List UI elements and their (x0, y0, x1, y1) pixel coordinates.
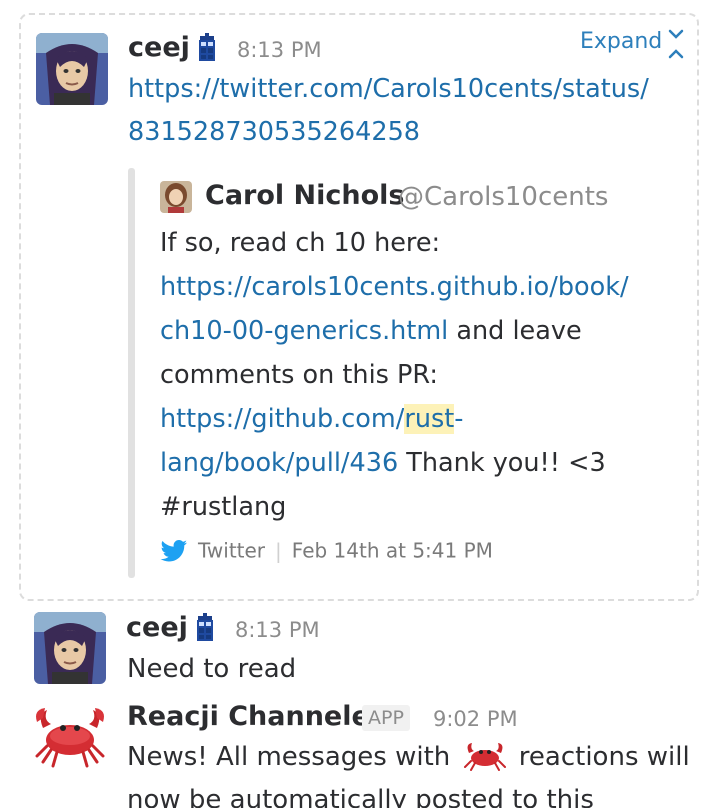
attachment-date[interactable]: Feb 14th at 5:41 PM (292, 539, 493, 563)
message-timestamp[interactable]: 8:13 PM (235, 618, 320, 642)
attachment-line: comments on this PR: (160, 360, 438, 390)
attachment-author-name[interactable]: Carol Nichols (205, 180, 405, 211)
book-link-cont[interactable]: ch10-00-generics.html (160, 316, 448, 346)
message-text: Need to read (127, 654, 297, 684)
pr-link[interactable]: https://github.com/ (160, 404, 404, 434)
crab-avatar[interactable] (33, 706, 107, 768)
author-name[interactable]: ceej (126, 612, 188, 643)
attachment-line: lang/book/pull/436 Thank you!! <3 (160, 448, 606, 478)
footer-divider: | (275, 538, 282, 563)
message-timestamp[interactable]: 8:13 PM (237, 38, 322, 62)
attachment-border (128, 168, 135, 578)
tweet-url-link[interactable]: https://twitter.com/Carols10cents/status… (128, 68, 688, 154)
attachment-author-avatar (160, 181, 192, 213)
tardis-icon (197, 33, 217, 61)
tweet-url-line1[interactable]: https://twitter.com/Carols10cents/status… (128, 68, 688, 111)
attachment-footer: Twitter | Feb 14th at 5:41 PM (160, 537, 493, 563)
crab-emoji (463, 741, 507, 771)
author-name[interactable]: ceej (128, 32, 190, 63)
chevron-up-icon[interactable] (667, 45, 685, 59)
attachment-author-handle[interactable]: @Carols10cents (398, 182, 608, 212)
attachment-line: https://carols10cents.github.io/book/ (160, 265, 680, 309)
attachment-line: ch10-00-generics.html and leave (160, 316, 582, 346)
avatar[interactable] (36, 33, 108, 105)
expand-link[interactable]: Expand (580, 29, 662, 54)
attachment-line: If so, read ch 10 here: (160, 228, 441, 258)
tardis-icon (195, 613, 215, 641)
attachment-line: #rustlang (160, 492, 287, 522)
message-timestamp[interactable]: 9:02 PM (433, 707, 518, 731)
author-name[interactable]: Reacji Channeler (127, 701, 383, 732)
message-text: News! All messages with reactions will (127, 741, 690, 772)
message-text-cont: now be automatically posted to this (127, 785, 594, 808)
twitter-bird-icon (160, 539, 188, 562)
chevron-down-icon[interactable] (667, 25, 685, 39)
attachment-service-name[interactable]: Twitter (198, 539, 265, 563)
app-badge: APP (362, 705, 410, 731)
attachment-text: If so, read ch 10 here: https://carols10… (160, 221, 680, 529)
avatar[interactable] (34, 612, 106, 684)
book-link[interactable]: https://carols10cents.github.io/book/ (160, 272, 629, 302)
tweet-url-line2[interactable]: 831528730535264258 (128, 111, 688, 154)
slack-channel-view: ceej 8:13 PM Expand https://twitter.com/… (0, 0, 710, 808)
search-highlight[interactable]: rust (404, 404, 455, 434)
pr-link-cont[interactable]: lang/book/pull/436 (160, 448, 398, 478)
attachment-line: https://github.com/rust- (160, 404, 464, 434)
